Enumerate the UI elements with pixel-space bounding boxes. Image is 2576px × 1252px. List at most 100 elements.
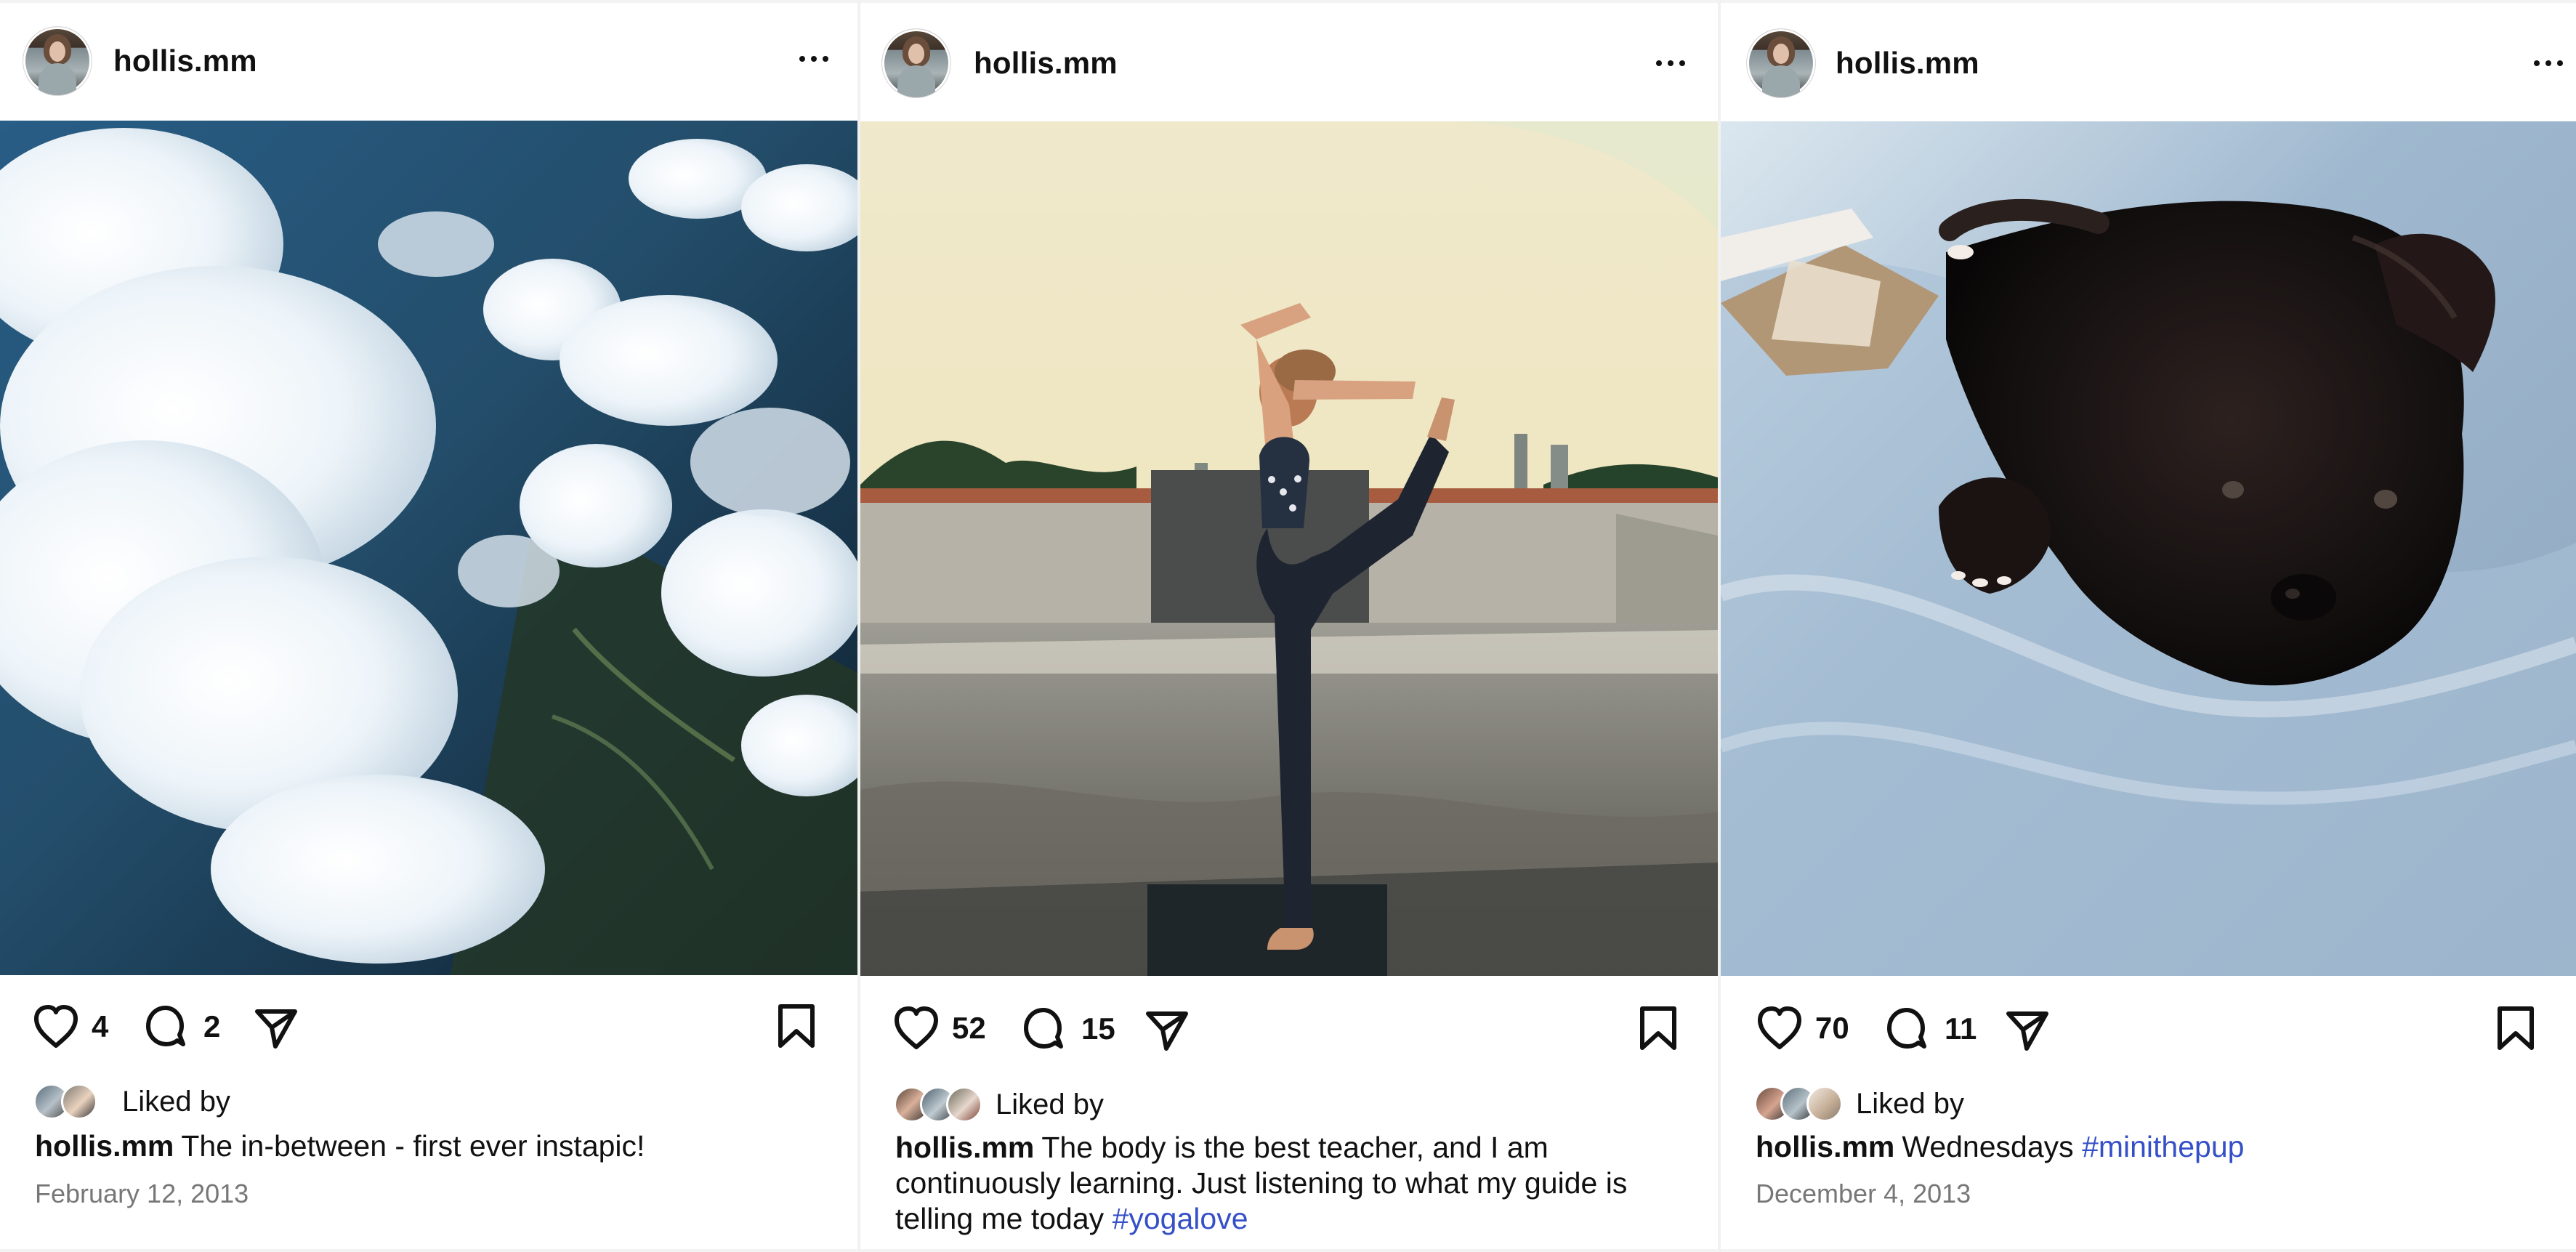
more-options-button[interactable] [1649,52,1692,74]
bottom-divider [0,1249,857,1252]
heart-icon [1754,1003,1805,1054]
top-divider [860,0,1718,3]
share-icon [2001,1003,2054,1055]
liked-by-label: Liked by [122,1085,230,1118]
liked-by-row[interactable]: Liked by [33,1080,230,1123]
liker-avatar [1806,1086,1843,1122]
heart-icon [31,1001,81,1052]
like-button[interactable]: 4 [31,1001,108,1053]
bookmark-icon [2494,1003,2537,1055]
comment-count: 15 [1081,1011,1115,1046]
post-card: hollis.mm [0,0,857,1252]
more-options-icon [799,56,805,62]
liked-by-label: Liked by [996,1088,1104,1120]
post-caption: hollis.mm The body is the best teacher, a… [895,1130,1680,1237]
caption-text: The in-between - first ever instapic! [181,1129,645,1163]
bookmark-icon [775,1001,818,1053]
share-button[interactable] [1141,1003,1193,1055]
profile-avatar[interactable] [23,27,92,95]
avatar-body [39,63,76,95]
liker-avatar [61,1083,97,1120]
liked-by-avatars [1754,1083,1847,1124]
instagram-feed: hollis.mm 4 2 Liked by hollis.mm The in-… [0,0,2576,1252]
share-button[interactable] [250,1001,302,1053]
avatar-face [49,41,65,62]
like-count: 70 [1815,1011,1849,1045]
comment-count: 11 [1945,1011,1977,1046]
like-count: 52 [952,1011,986,1045]
comment-button[interactable]: 11 [1882,1003,1977,1055]
post-photo[interactable] [0,121,857,975]
post-caption: hollis.mm The in-between - first ever ins… [35,1128,812,1164]
puppy-photo [1721,121,2576,976]
save-button[interactable] [2494,1003,2537,1055]
caption-hashtag[interactable]: #yogalove [1113,1202,1248,1235]
liked-by-label: Liked by [1856,1087,1964,1120]
more-options-icon [1668,60,1673,66]
save-button[interactable] [1636,1003,1680,1055]
profile-avatar[interactable] [882,29,950,97]
post-date: December 4, 2013 [1756,1179,1971,1208]
liked-by-row[interactable]: Liked by [894,1083,1104,1126]
post-username[interactable]: hollis.mm [1836,44,1979,83]
post-photo[interactable] [860,121,1718,976]
avatar-body [897,65,935,97]
post-username[interactable]: hollis.mm [974,44,1118,83]
more-options-button[interactable] [2527,52,2570,74]
post-card: hollis.mm [1721,0,2576,1252]
like-count: 4 [92,1009,109,1043]
post-card: hollis.mm [860,0,1718,1252]
more-options-icon [1656,60,1662,66]
top-divider [0,0,857,3]
liked-by-row[interactable]: Liked by [1754,1082,1964,1126]
post-photo[interactable] [1721,121,2576,976]
top-divider [1721,0,2576,3]
comment-icon [1882,1003,1934,1055]
more-options-icon [2545,60,2551,66]
caption-hashtag[interactable]: #minithepup [2082,1130,2244,1163]
save-button[interactable] [775,1001,818,1053]
bottom-divider [860,1249,1718,1252]
avatar-face [908,44,924,64]
caption-username[interactable]: hollis.mm [1756,1130,1894,1163]
liked-by-avatars [894,1084,987,1125]
comment-button[interactable]: 15 [1019,1003,1115,1055]
clouds-photo [0,121,857,975]
more-options-button[interactable] [792,48,836,70]
comment-icon [1019,1003,1071,1055]
heart-icon [891,1003,942,1054]
post-actions: 70 11 [1721,975,2576,1084]
post-date: February 12, 2013 [35,1179,249,1208]
share-button[interactable] [2001,1003,2054,1055]
post-header: hollis.mm [0,0,857,121]
bottom-divider [1721,1249,2576,1252]
post-header: hollis.mm [1721,0,2576,121]
caption-username[interactable]: hollis.mm [895,1131,1034,1164]
comment-count: 2 [203,1009,221,1043]
more-options-icon [2557,60,2563,66]
comment-button[interactable]: 2 [141,1001,220,1053]
post-actions: 4 2 [0,975,857,1084]
profile-avatar[interactable] [1747,29,1815,97]
more-options-icon [811,56,817,62]
bookmark-icon [1636,1003,1680,1055]
like-button[interactable]: 70 [1754,1002,1849,1054]
more-options-icon [2534,60,2540,66]
post-username[interactable]: hollis.mm [113,41,257,81]
share-icon [1141,1003,1193,1055]
caption-username[interactable]: hollis.mm [35,1129,174,1163]
caption-text: Wednesdays [1902,1130,2074,1163]
yoga-photo [860,121,1718,976]
post-caption: hollis.mm Wednesdays #minithepup [1756,1129,2526,1165]
comment-icon [141,1001,193,1053]
like-button[interactable]: 52 [891,1002,986,1054]
avatar-face [1773,44,1789,64]
liked-by-avatars [33,1081,113,1122]
post-actions: 52 15 [860,975,1718,1084]
more-options-icon [823,56,828,62]
post-header: hollis.mm [860,0,1718,121]
share-icon [250,1001,302,1053]
liker-avatar [946,1086,982,1123]
more-options-icon [1679,60,1685,66]
avatar-body [1762,65,1800,97]
